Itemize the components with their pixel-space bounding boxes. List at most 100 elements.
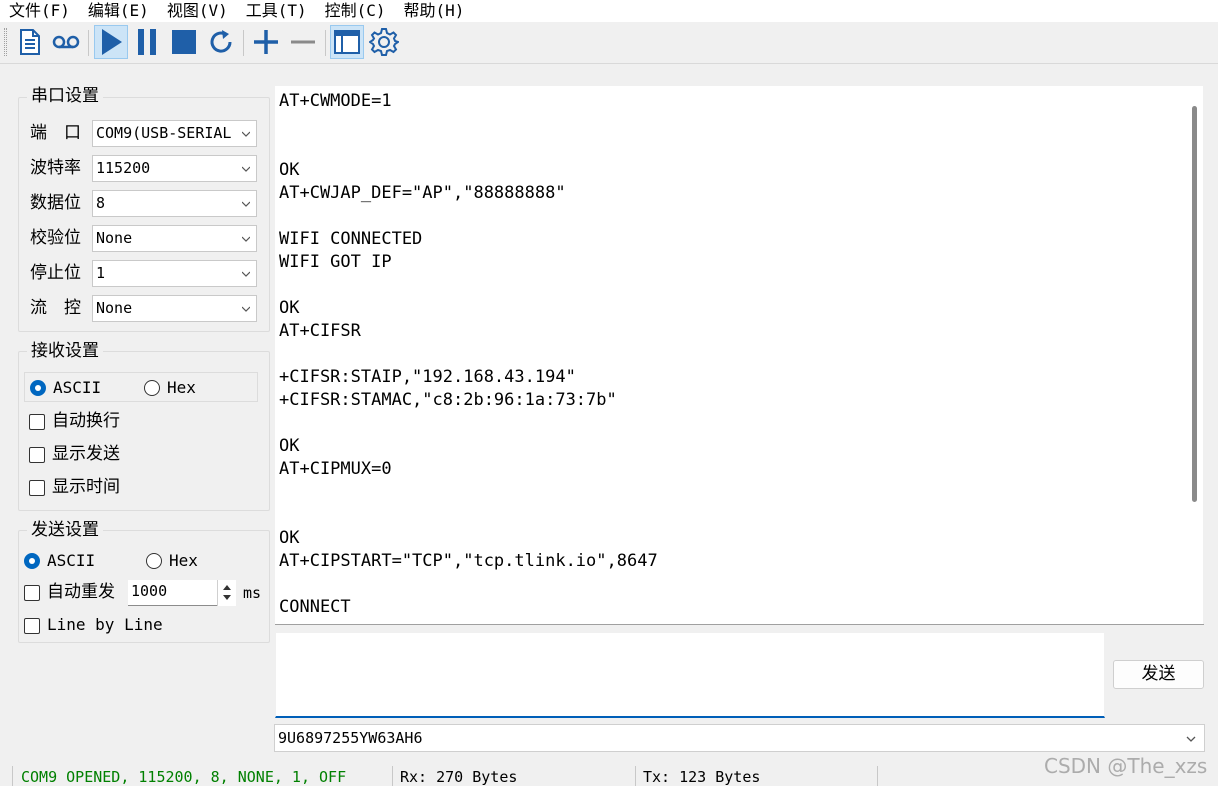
send-ascii-radio[interactable] (24, 553, 40, 569)
databits-select[interactable]: 8 (92, 190, 257, 217)
auto-resend-label: 自动重发 (47, 582, 115, 602)
port-label: 端 口 (30, 123, 81, 143)
receive-text: AT+CWMODE=1 OK AT+CWJAP_DEF="AP","888888… (279, 91, 658, 617)
menu-view[interactable]: 视图(V) (158, 0, 237, 22)
receive-hex-radio[interactable] (144, 380, 160, 396)
show-send-checkbox[interactable] (29, 447, 45, 463)
send-history-select[interactable]: 9U6897255YW63AH6 (274, 724, 1205, 752)
chevron-down-icon (242, 166, 250, 172)
toolbar-separator (325, 30, 326, 56)
send-textarea[interactable] (275, 632, 1105, 718)
status-divider (877, 766, 878, 786)
stop-button[interactable] (167, 25, 201, 59)
zoom-in-button[interactable] (249, 25, 283, 59)
baud-label: 波特率 (30, 158, 81, 178)
menu-control[interactable]: 控制(C) (316, 0, 395, 22)
stopbits-label: 停止位 (30, 263, 81, 283)
window-icon (334, 30, 360, 54)
refresh-icon (210, 30, 232, 53)
menu-bar: 文件(F) 编辑(E) 视图(V) 工具(T) 控制(C) 帮助(H) (0, 0, 1218, 22)
status-rx: Rx: 270 Bytes (400, 768, 518, 786)
flowcontrol-label: 流 控 (30, 298, 81, 318)
chevron-down-icon (223, 595, 231, 600)
receive-textarea[interactable]: AT+CWMODE=1 OK AT+CWJAP_DEF="AP","888888… (275, 86, 1185, 624)
new-document-button[interactable] (13, 25, 47, 59)
flowcontrol-value: None (96, 299, 133, 317)
auto-wrap-label: 自动换行 (52, 411, 120, 431)
receive-ascii-label: ASCII (53, 378, 102, 397)
send-settings-title: 发送设置 (27, 520, 103, 540)
play-button[interactable] (94, 25, 128, 59)
receive-scrollbar[interactable] (1185, 86, 1203, 624)
pause-button[interactable] (130, 25, 164, 59)
auto-wrap-checkbox[interactable] (29, 414, 45, 430)
interval-stepper[interactable] (217, 580, 236, 606)
record-icon (52, 35, 80, 49)
chevron-down-icon (242, 236, 250, 242)
databits-value: 8 (96, 194, 106, 212)
serial-settings-title: 串口设置 (27, 86, 103, 106)
zoom-out-button[interactable] (286, 25, 320, 59)
status-divider (12, 766, 13, 786)
status-divider (635, 766, 636, 786)
port-select[interactable]: COM9(USB-SERIAL CH340) (92, 120, 257, 147)
refresh-button[interactable] (204, 25, 238, 59)
parity-label: 校验位 (30, 228, 81, 248)
zoom-out-icon (291, 40, 315, 44)
send-button[interactable]: 发送 (1113, 660, 1204, 689)
receive-settings-title: 接收设置 (27, 341, 103, 361)
play-icon (102, 29, 122, 55)
databits-label: 数据位 (30, 193, 81, 213)
show-time-checkbox[interactable] (29, 480, 45, 496)
baud-select[interactable]: 115200 (92, 155, 257, 182)
parity-value: None (96, 229, 133, 247)
menu-file[interactable]: 文件(F) (0, 0, 79, 22)
status-tx: Tx: 123 Bytes (643, 768, 761, 786)
resend-interval-value: 1000 (131, 582, 168, 600)
toolbar-separator (88, 30, 89, 56)
chevron-down-icon (242, 306, 250, 312)
toolbar-grip (4, 28, 7, 56)
receive-hex-label: Hex (167, 378, 196, 397)
baud-value: 115200 (96, 159, 151, 177)
send-hex-radio[interactable] (146, 553, 162, 569)
send-hex-label: Hex (169, 551, 198, 570)
chevron-up-icon (223, 585, 231, 590)
status-divider (392, 766, 393, 786)
stopbits-select[interactable]: 1 (92, 260, 257, 287)
chevron-down-icon (242, 201, 250, 207)
pause-icon (138, 29, 156, 55)
show-time-label: 显示时间 (52, 477, 120, 497)
toolbar-separator (243, 30, 244, 56)
record-button[interactable] (49, 25, 83, 59)
receive-divider (275, 624, 1204, 625)
parity-select[interactable]: None (92, 225, 257, 252)
port-value: COM9(USB-SERIAL CH340) (96, 124, 236, 142)
scrollbar-thumb[interactable] (1192, 106, 1197, 502)
send-ascii-label: ASCII (47, 551, 96, 570)
line-by-line-checkbox[interactable] (24, 618, 40, 634)
receive-ascii-radio[interactable] (30, 380, 46, 396)
settings-gear-icon (369, 28, 399, 56)
zoom-in-icon (254, 30, 278, 54)
interval-unit: ms (243, 584, 262, 602)
auto-resend-checkbox[interactable] (24, 585, 40, 601)
window-button[interactable] (330, 25, 364, 59)
send-history-value: 9U6897255YW63AH6 (278, 729, 423, 747)
menu-edit[interactable]: 编辑(E) (79, 0, 158, 22)
stop-icon (172, 30, 196, 54)
chevron-down-icon (242, 131, 250, 137)
settings-button[interactable] (367, 25, 401, 59)
flowcontrol-select[interactable]: None (92, 295, 257, 322)
toolbar (0, 22, 1218, 64)
chevron-down-icon (1186, 736, 1196, 742)
new-document-icon (20, 29, 40, 55)
show-send-label: 显示发送 (52, 444, 120, 464)
menu-tools[interactable]: 工具(T) (237, 0, 316, 22)
menu-help[interactable]: 帮助(H) (395, 0, 474, 22)
line-by-line-label: Line by Line (47, 615, 163, 634)
status-bar: COM9 OPENED, 115200, 8, NONE, 1, OFF Rx:… (0, 764, 1218, 786)
stopbits-value: 1 (96, 264, 106, 282)
status-connection: COM9 OPENED, 115200, 8, NONE, 1, OFF (21, 768, 347, 786)
watermark: CSDN @The_xzs (1044, 754, 1208, 778)
